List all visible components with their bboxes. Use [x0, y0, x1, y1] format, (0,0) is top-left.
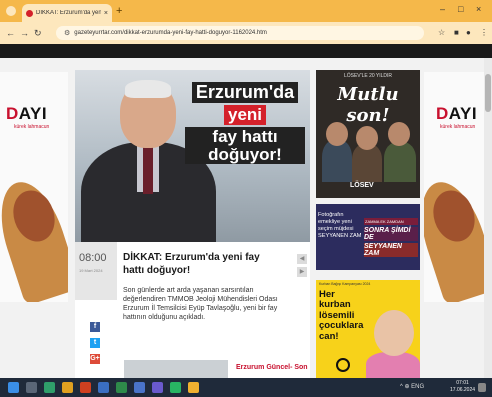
explorer-icon[interactable]: [62, 382, 73, 393]
article-date: 19 Mart 2024: [79, 268, 103, 273]
teams-icon[interactable]: [152, 382, 163, 393]
dayi-sub: kürek lahmacun: [14, 124, 50, 130]
facebook-share-icon[interactable]: f: [90, 322, 100, 332]
hero-headline-line2: yeni: [223, 104, 267, 125]
kurban-ad-tagline: Kurban Bağışı Kampanyası 2024: [319, 282, 371, 286]
start-icon[interactable]: [8, 382, 19, 393]
slider-arrows: ◀ ▶: [297, 254, 307, 280]
hero-headline-line3: fay hattı doğuyor!: [185, 126, 305, 165]
site-header-bar: [0, 44, 492, 58]
favicon-icon: [26, 9, 33, 17]
pension-ad-small: ZAMMA EK ZAMDAN: [364, 218, 418, 225]
mail-icon[interactable]: [134, 382, 145, 393]
kurban-ad[interactable]: Kurban Bağışı Kampanyası 2024 Her kurban…: [316, 280, 420, 378]
kid-figure: [322, 140, 352, 182]
extension-icon[interactable]: ■: [454, 28, 459, 37]
forward-icon[interactable]: →: [20, 28, 29, 38]
kid-figure: [384, 142, 416, 182]
person-tie: [143, 146, 153, 194]
profile-icon[interactable]: ●: [466, 28, 471, 37]
pension-ad-line1: SONRA ŞİMDİ DE: [364, 227, 418, 241]
right-skyscraper-ad[interactable]: DAYI kürek lahmacun: [424, 72, 492, 302]
word-icon[interactable]: [98, 382, 109, 393]
article-title[interactable]: DİKKAT: Erzurum'da yeni fay hattı doğuyo…: [123, 252, 283, 277]
site-info-icon[interactable]: ⚙: [64, 29, 70, 37]
scrollbar-thumb[interactable]: [485, 74, 491, 112]
pension-ad-banner: ZAMMA EK ZAMDAN SONRA ŞİMDİ DE SEYYANEN …: [364, 218, 418, 257]
edge-icon[interactable]: [44, 382, 55, 393]
new-tab-button[interactable]: +: [116, 5, 122, 17]
hero-headline: Erzurum'da yeni fay hattı doğuyor!: [185, 82, 305, 166]
browser-window: DİKKAT: Erzurum'da yeni fay h × + – □ × …: [0, 0, 492, 397]
search-icon[interactable]: [26, 382, 37, 393]
dayi-logo: DAYI: [6, 104, 48, 123]
taskbar: ^ ⊕ ENG 07:01 17.06.2024: [0, 378, 492, 397]
losev-ad-title: Mutlu son!: [337, 84, 399, 126]
person-hair: [125, 80, 171, 98]
browser-menu-icon[interactable]: [6, 6, 16, 16]
hero-image[interactable]: Erzurum'da yeni fay hattı doğuyor!: [75, 70, 310, 242]
losev-logo: LÖSEV: [350, 182, 374, 189]
dayi-sub: kürek lahmacun: [440, 124, 476, 130]
tab-active[interactable]: DİKKAT: Erzurum'da yeni fay h ×: [22, 4, 112, 22]
tab-close-button[interactable]: ×: [104, 10, 108, 17]
minimize-button[interactable]: –: [440, 4, 445, 14]
losev-ad[interactable]: LÖSEV'LE 20 YILDIR Mutlu son! LÖSEV: [316, 70, 420, 198]
date-column: 08:00 19 Mart 2024: [75, 242, 117, 300]
reload-icon[interactable]: ↻: [34, 28, 42, 39]
kurban-badge-icon: [336, 358, 350, 372]
back-icon[interactable]: ←: [6, 28, 15, 38]
excel-icon[interactable]: [116, 382, 127, 393]
related-thumbnail[interactable]: [124, 360, 228, 380]
child-face: [374, 310, 414, 356]
kid-face: [326, 122, 348, 146]
article-time: 08:00: [79, 252, 107, 264]
tab-title: DİKKAT: Erzurum'da yeni fay h: [36, 10, 101, 16]
whatsapp-icon[interactable]: [170, 382, 181, 393]
prev-arrow-icon[interactable]: ◀: [297, 254, 307, 264]
maximize-button[interactable]: □: [458, 4, 463, 14]
menu-kebab-icon[interactable]: ⋮: [480, 28, 488, 37]
twitter-share-icon[interactable]: t: [90, 338, 100, 348]
next-arrow-icon[interactable]: ▶: [297, 267, 307, 277]
google-share-icon[interactable]: G+: [90, 354, 100, 364]
browser-taskbar-icon[interactable]: [188, 382, 199, 393]
article-summary: Son günlerde art arda yaşanan sarsıntıla…: [123, 287, 278, 322]
url-text: gazeteyurrtar.com/dikkat-erzurumda-yeni-…: [74, 30, 267, 36]
clock[interactable]: 07:01 17.06.2024: [450, 380, 475, 393]
losev-ad-tagline: LÖSEV'LE 20 YILDIR: [343, 73, 393, 79]
notification-icon[interactable]: [478, 383, 486, 392]
kid-face: [356, 126, 378, 150]
address-bar[interactable]: ⚙ gazeteyurrtar.com/dikkat-erzurumda-yen…: [56, 26, 424, 40]
close-window-button[interactable]: ×: [476, 4, 481, 14]
chrome-icon[interactable]: [80, 382, 91, 393]
related-news-link[interactable]: Erzurum Güncel- Son: [236, 364, 308, 371]
pension-ad[interactable]: Fotoğrafın emekliye yeni seçim müjdesi S…: [316, 204, 420, 270]
system-tray[interactable]: ^ ⊕ ENG: [400, 383, 424, 390]
hero-headline-line1: Erzurum'da: [191, 82, 299, 103]
dayi-logo: DAYI: [436, 104, 478, 123]
clock-date: 17.06.2024: [450, 386, 476, 393]
kid-face: [388, 122, 410, 146]
toolbar: ← → ↻ ⚙ gazeteyurrtar.com/dikkat-erzurum…: [0, 22, 492, 44]
tab-bar: DİKKAT: Erzurum'da yeni fay h × + – □ ×: [0, 0, 492, 22]
kurban-ad-title: Her kurban lösemili çocuklara can!: [319, 289, 364, 342]
pension-ad-text: Fotoğrafın emekliye yeni seçim müjdesi S…: [318, 212, 362, 239]
left-skyscraper-ad[interactable]: DAYI kürek lahmacun: [0, 72, 68, 302]
bookmark-star-icon[interactable]: ☆: [438, 28, 445, 37]
article-card[interactable]: 08:00 19 Mart 2024 DİKKAT: Erzurum'da ye…: [75, 242, 310, 378]
pension-ad-line2: SEYYANEN ZAM: [364, 243, 418, 257]
